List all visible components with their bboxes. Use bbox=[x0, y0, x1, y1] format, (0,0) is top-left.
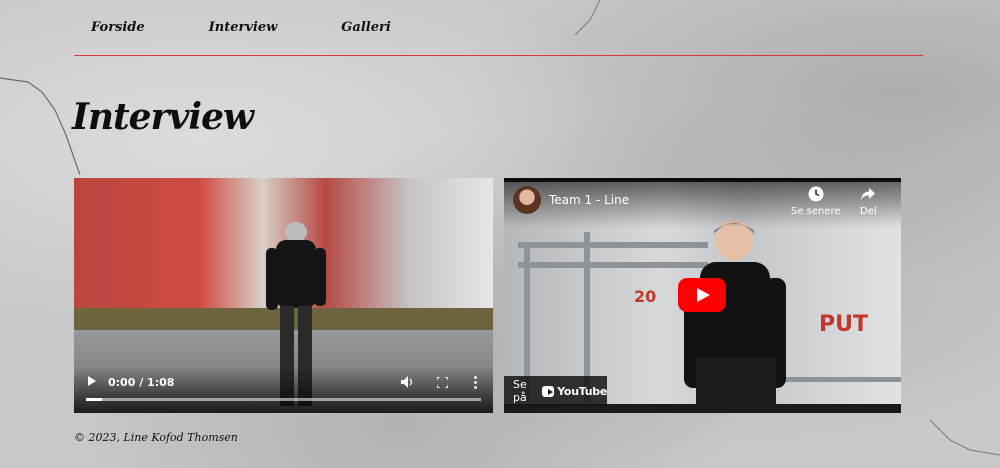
watch-later-button[interactable]: Se senere bbox=[791, 186, 841, 217]
nav-divider bbox=[74, 55, 923, 56]
fullscreen-icon[interactable] bbox=[437, 377, 448, 388]
nav-item-forside[interactable]: Forside bbox=[91, 20, 145, 35]
video-progress-track[interactable] bbox=[86, 398, 481, 401]
railing-pipe bbox=[784, 377, 901, 382]
youtube-brand-label: YouTube bbox=[557, 384, 607, 398]
video-progress-fill bbox=[86, 398, 102, 401]
video-frame-person bbox=[684, 220, 786, 408]
video-player-left[interactable]: 0:00 / 1:08 bbox=[74, 178, 493, 413]
volume-icon[interactable] bbox=[401, 376, 415, 388]
main-navigation: Forside Interview Galleri bbox=[91, 20, 455, 35]
graffiti-mark: PUT bbox=[819, 312, 868, 337]
share-label: Del bbox=[860, 206, 877, 217]
watch-on-label: Se på bbox=[513, 378, 527, 404]
youtube-logo-icon bbox=[542, 385, 555, 397]
video-time-display: 0:00 / 1:08 bbox=[108, 376, 175, 389]
nav-item-galleri[interactable]: Galleri bbox=[341, 20, 390, 35]
share-icon bbox=[861, 188, 876, 200]
clock-icon bbox=[808, 186, 824, 202]
more-options-icon[interactable] bbox=[474, 376, 477, 389]
play-icon[interactable] bbox=[88, 376, 96, 386]
nav-item-interview[interactable]: Interview bbox=[209, 20, 278, 35]
page-title: Interview bbox=[72, 96, 254, 138]
youtube-embed-player[interactable]: PUT 20 Team 1 - Line Se senere Del Se på… bbox=[504, 178, 901, 413]
youtube-play-button[interactable] bbox=[678, 278, 726, 312]
watch-later-label: Se senere bbox=[791, 206, 841, 217]
graffiti-mark: 20 bbox=[634, 287, 657, 306]
footer-copyright: © 2023, Line Kofod Thomsen bbox=[74, 431, 238, 444]
share-button[interactable]: Del bbox=[860, 186, 877, 217]
video-title-link[interactable]: Team 1 - Line bbox=[549, 193, 629, 207]
channel-avatar[interactable] bbox=[513, 186, 541, 214]
video-controls-bar bbox=[74, 367, 493, 413]
watch-on-youtube-button[interactable]: Se på YouTube bbox=[504, 376, 607, 406]
